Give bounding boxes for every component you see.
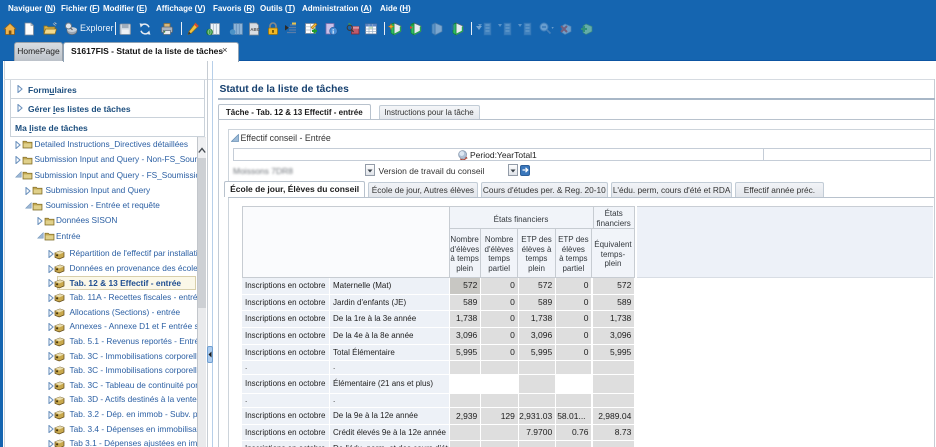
svg-text:i: i [332, 28, 334, 35]
svg-text:ABC: ABC [250, 27, 260, 32]
